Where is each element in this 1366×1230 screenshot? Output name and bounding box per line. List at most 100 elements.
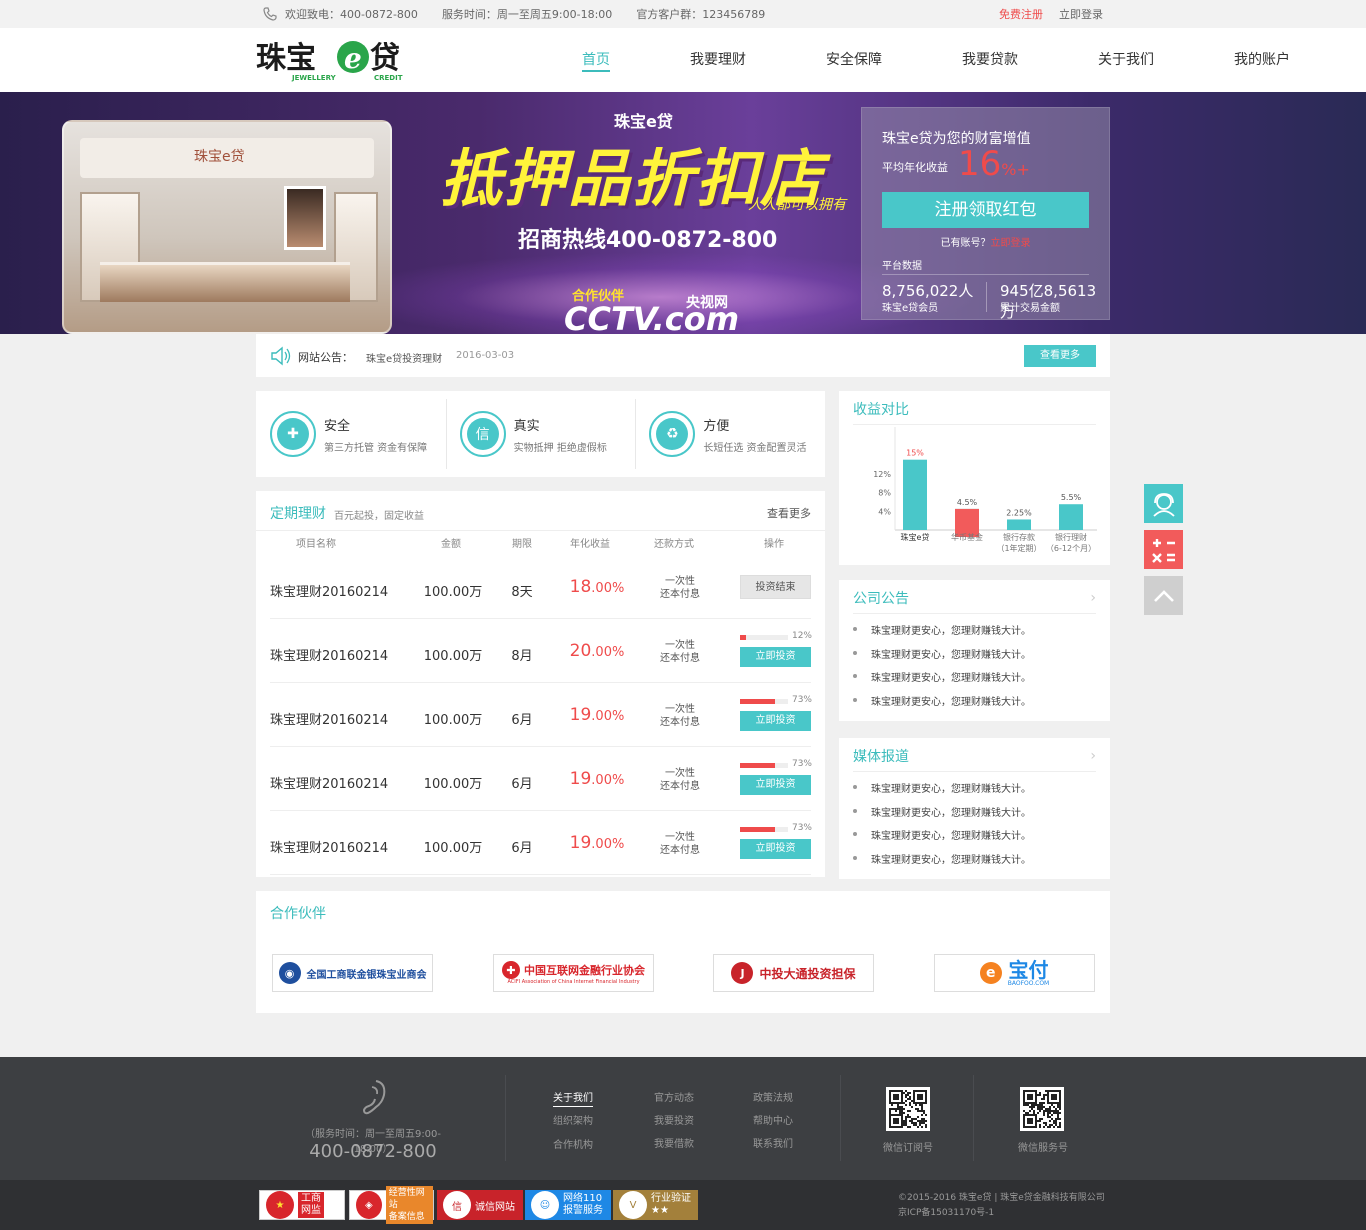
bar [1059, 504, 1083, 530]
fixed-term-products: 定期理财 百元起投，固定收益 查看更多 项目名称 金额 期限 年化收益 还款方式… [256, 491, 825, 877]
product-row[interactable]: 珠宝理财20160214 100.00万 8月 20.00% 一次性 还本付息 12% 立即投… [270, 619, 812, 683]
calculator-icon[interactable] [1144, 530, 1183, 569]
media-item[interactable]: 珠宝理财更安心，您理财赚钱大计。 [853, 780, 1031, 804]
badge-trusted-site[interactable]: 信 诚信网站 [437, 1190, 523, 1220]
company-news-panel: 公司公告 › 珠宝理财更安心，您理财赚钱大计。 珠宝理财更安心，您理财赚钱大计。… [839, 580, 1110, 721]
footer-link[interactable]: 政策法规 [753, 1089, 793, 1104]
footer-link[interactable]: 关于我们 [553, 1089, 593, 1107]
register-link[interactable]: 免费注册 [999, 6, 1043, 22]
product-name[interactable]: 珠宝理财20160214 [270, 709, 388, 728]
news-item[interactable]: 珠宝理财更安心，您理财赚钱大计。 [853, 646, 1031, 670]
media-item[interactable]: 珠宝理财更安心，您理财赚钱大计。 [853, 827, 1031, 851]
nav-loan[interactable]: 我要贷款 [948, 28, 1032, 92]
partner-mark-icon: e [979, 962, 1002, 984]
partner-logo[interactable]: ◉ 全国工商联金银珠宝业商会 [272, 954, 433, 992]
product-term: 6月 [511, 841, 533, 856]
badge-industry-verified[interactable]: V 行业验证 ★★ [613, 1190, 698, 1220]
has-account-text: 已有账号？立即登录 [940, 238, 1031, 249]
product-term: 6月 [511, 777, 533, 792]
chevron-right-icon[interactable]: › [1090, 590, 1096, 606]
qr-label: 微信订阅号 [883, 1143, 933, 1154]
section-title: 合作伙伴 [270, 906, 326, 922]
col-amount: 金额 [441, 539, 461, 550]
site-logo[interactable]: 珠宝 e 贷 JEWELLERY CREDIT [256, 38, 406, 82]
product-amount: 100.00万 [423, 777, 483, 792]
cctv-logo: CCTV.com [564, 300, 740, 334]
footer-link[interactable]: 我要投资 [654, 1112, 694, 1127]
divider [973, 1075, 974, 1161]
footer-link[interactable]: 组织架构 [553, 1112, 593, 1127]
product-row[interactable]: 珠宝理财20160214 100.00万 6月 19.00% 一次性 还本付息 73% 立即投… [270, 683, 812, 747]
product-row[interactable]: 珠宝理财20160214 100.00万 6月 19.00% 一次性 还本付息 73% 立即投… [270, 811, 812, 875]
product-row[interactable]: 珠宝理财20160214 100.00万 6月 19.00% 一次性 还本付息 73% 立即投… [270, 747, 812, 811]
emblem-icon: ★ [266, 1191, 294, 1219]
copyright: ©2015-2016 珠宝e贷 | 珠宝e贷金融科技有限公司 京ICP备1503… [898, 1193, 1105, 1218]
product-row[interactable]: 珠宝理财20160214 100.00万 8天 18.00% 一次性 还本付息 投资结束 [270, 555, 811, 619]
svg-text:珠宝: 珠宝 [256, 41, 316, 76]
store-sign: 珠宝e贷 [194, 149, 245, 165]
site-notice-bar: 网站公告： 珠宝e贷投资理财 2016-03-03 查看更多 [256, 334, 1110, 377]
signup-bonus-button[interactable]: 注册领取红包 [882, 192, 1089, 228]
platform-data-label: 平台数据 [882, 261, 922, 272]
footer-link[interactable]: 官方动态 [654, 1089, 694, 1104]
divider [986, 282, 987, 312]
verified-icon: V [619, 1191, 647, 1219]
footer-link[interactable]: 联系我们 [753, 1135, 793, 1150]
media-item[interactable]: 珠宝理财更安心，您理财赚钱大计。 [853, 804, 1031, 828]
feature-real: 信 真实 实物抵押 拒绝虚假标 [445, 399, 636, 469]
partner-logo[interactable]: ✚ 中国互联网金融行业协会 ACIFI Association of China… [493, 954, 654, 992]
product-term: 8月 [511, 649, 533, 664]
partner-logo[interactable]: e 宝付 BAOFOO.COM [934, 954, 1095, 992]
notice-date: 2016-03-03 [456, 350, 515, 361]
back-to-top-icon[interactable] [1144, 576, 1183, 615]
product-name[interactable]: 珠宝理财20160214 [270, 581, 388, 600]
footer-link[interactable]: 帮助中心 [753, 1112, 793, 1127]
media-item[interactable]: 珠宝理财更安心，您理财赚钱大计。 [853, 851, 1031, 875]
product-name[interactable]: 珠宝理财20160214 [270, 773, 388, 792]
phone-service-icon [362, 1080, 386, 1115]
partner-mark-icon: J [731, 962, 754, 984]
qq-group-text: 官方客户群：123456789 [636, 8, 766, 21]
section-subtitle: 百元起投，固定收益 [334, 511, 424, 522]
progress-percent: 73% [791, 695, 812, 705]
invest-now-button[interactable]: 立即投资 [740, 839, 811, 859]
footer-link[interactable]: 我要借款 [654, 1135, 694, 1150]
feature-desc: 实物抵押 拒绝虚假标 [513, 442, 607, 454]
invest-now-button[interactable]: 立即投资 [740, 647, 811, 667]
notice-link[interactable]: 珠宝e贷投资理财 [366, 350, 442, 365]
product-amount: 100.00万 [423, 713, 483, 728]
x-tick-label: 银行理财 [1055, 532, 1087, 542]
product-repayment: 一次性 还本付息 [660, 704, 700, 728]
top-bar: 欢迎致电：400-0872-800 服务时间：周一至周五9:00-18:00 官… [0, 0, 1366, 28]
promo-login-link[interactable]: 立即登录 [991, 238, 1031, 249]
invest-now-button[interactable]: 立即投资 [740, 775, 811, 795]
nav-invest[interactable]: 我要理财 [676, 28, 760, 92]
news-item[interactable]: 珠宝理财更安心，您理财赚钱大计。 [853, 693, 1031, 717]
news-item[interactable]: 珠宝理财更安心，您理财赚钱大计。 [853, 669, 1031, 693]
partner-logo[interactable]: J 中投大通投资担保 [713, 954, 874, 992]
banner-hotline: 招商热线400-0872-800 [518, 228, 778, 253]
customer-service-icon[interactable] [1144, 484, 1183, 523]
x-tick-label: （1年定期） [996, 543, 1041, 553]
notice-more-button[interactable]: 查看更多 [1024, 345, 1096, 367]
badge-site-registry[interactable]: ◈ 经营性网站 备案信息 [349, 1186, 434, 1224]
product-name[interactable]: 珠宝理财20160214 [270, 645, 388, 664]
shield-icon: ✚ [270, 411, 316, 457]
badge-business-supervision[interactable]: ★ 工商 网监 [259, 1190, 345, 1220]
data-label: 15% [906, 449, 924, 458]
nav-security[interactable]: 安全保障 [812, 28, 896, 92]
invest-now-button[interactable]: 立即投资 [740, 711, 811, 731]
login-link[interactable]: 立即登录 [1059, 6, 1103, 22]
badge-police-110[interactable]: ☺ 网络110 报警服务 [525, 1190, 611, 1220]
chevron-right-icon[interactable]: › [1090, 748, 1096, 764]
products-more-link[interactable]: 查看更多 [767, 505, 811, 521]
section-title: 定期理财 [270, 506, 326, 522]
nav-account[interactable]: 我的账户 [1220, 28, 1304, 92]
nav-home[interactable]: 首页 [568, 28, 624, 92]
product-yield: 19.00% [569, 833, 625, 853]
footer-link[interactable]: 合作机构 [553, 1136, 593, 1151]
hero-banner[interactable]: 珠宝e贷 珠宝e贷 抵押品折扣店 人人都可以拥有 招商热线400-0872-80… [0, 92, 1366, 334]
product-name[interactable]: 珠宝理财20160214 [270, 837, 388, 856]
news-item[interactable]: 珠宝理财更安心，您理财赚钱大计。 [853, 622, 1031, 646]
nav-about[interactable]: 关于我们 [1084, 28, 1168, 92]
